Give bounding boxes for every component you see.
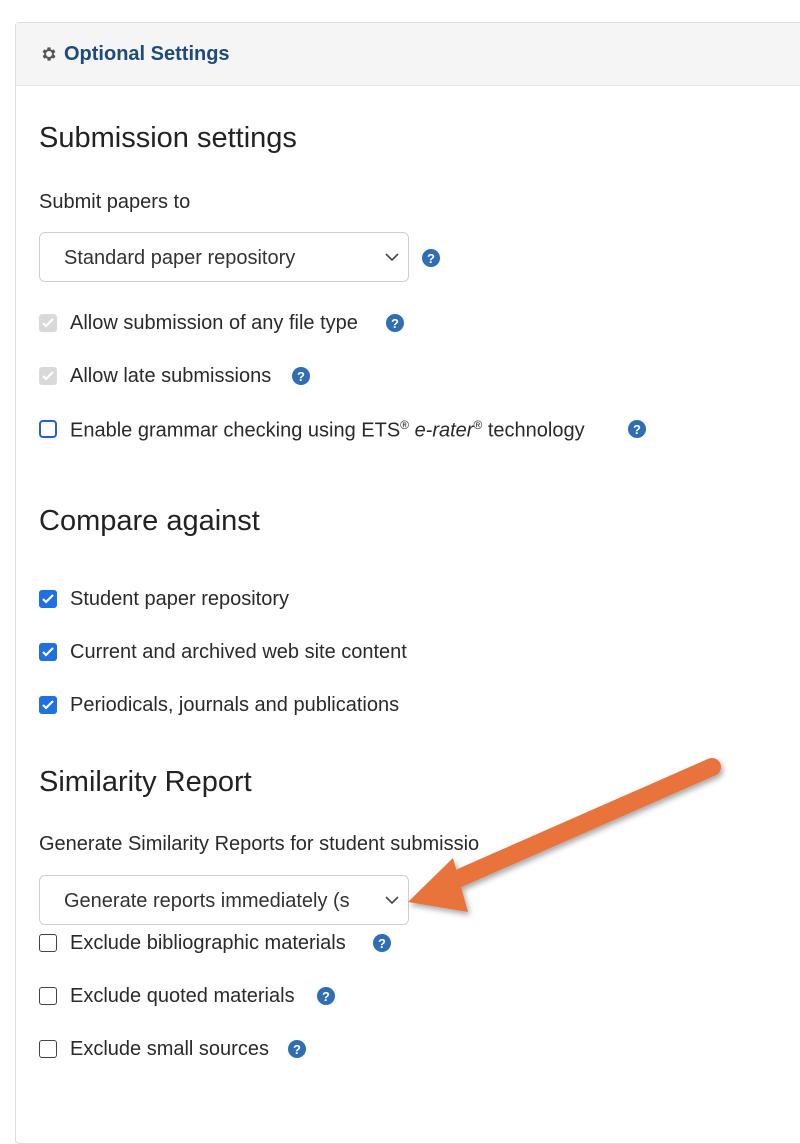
grammar-checking-checkbox[interactable] [39, 420, 57, 438]
web-content-checkbox[interactable] [39, 643, 57, 661]
chevron-down-icon [385, 253, 399, 262]
allow-late-submissions-label: Allow late submissions [70, 365, 272, 387]
exclude-bibliographic-checkbox[interactable] [39, 934, 57, 952]
question-circle-icon[interactable]: ? [385, 313, 405, 333]
chevron-down-icon [385, 896, 399, 905]
panel-header[interactable]: Optional Settings [16, 23, 800, 86]
web-content-label: Current and archived web site content [70, 641, 407, 663]
generate-reports-select[interactable]: Generate reports immediately (s [39, 875, 409, 925]
student-paper-repository-label: Student paper repository [70, 588, 290, 610]
question-circle-icon[interactable]: ? [627, 419, 647, 439]
generate-reports-label: Generate Similarity Reports for student … [39, 833, 480, 855]
gear-icon [42, 47, 56, 61]
checkmark-icon [42, 700, 54, 710]
generate-reports-value: Generate reports immediately (s [64, 890, 350, 912]
svg-text:?: ? [297, 369, 305, 384]
periodicals-label: Periodicals, journals and publications [70, 694, 400, 716]
submit-papers-label: Submit papers to [39, 191, 191, 213]
submit-papers-select[interactable]: Standard paper repository [39, 232, 409, 282]
svg-text:?: ? [391, 316, 399, 331]
checkmark-icon [42, 318, 54, 328]
checkmark-icon [42, 647, 54, 657]
question-circle-icon[interactable]: ? [316, 986, 336, 1006]
question-circle-icon[interactable]: ? [287, 1039, 307, 1059]
exclude-bibliographic-label: Exclude bibliographic materials [70, 932, 346, 954]
svg-text:?: ? [378, 936, 386, 951]
grammar-checking-label: Enable grammar checking using ETS® e-rat… [70, 418, 585, 442]
svg-text:?: ? [293, 1042, 301, 1057]
allow-any-file-type-checkbox[interactable] [39, 314, 57, 332]
exclude-quoted-label: Exclude quoted materials [70, 985, 295, 1007]
submission-settings-heading: Submission settings [39, 122, 297, 154]
question-circle-icon[interactable]: ? [421, 248, 441, 268]
allow-late-submissions-checkbox[interactable] [39, 367, 57, 385]
similarity-report-heading: Similarity Report [39, 766, 252, 798]
exclude-small-sources-checkbox[interactable] [39, 1040, 57, 1058]
checkmark-icon [42, 371, 54, 381]
checkmark-icon [42, 594, 54, 604]
allow-any-file-type-label: Allow submission of any file type [70, 312, 358, 334]
panel-title[interactable]: Optional Settings [64, 43, 230, 66]
svg-text:?: ? [322, 989, 330, 1004]
compare-against-heading: Compare against [39, 505, 260, 537]
student-paper-repository-checkbox[interactable] [39, 590, 57, 608]
exclude-quoted-checkbox[interactable] [39, 987, 57, 1005]
svg-text:?: ? [633, 422, 641, 437]
periodicals-checkbox[interactable] [39, 696, 57, 714]
submit-papers-value: Standard paper repository [64, 247, 296, 269]
exclude-small-sources-label: Exclude small sources [70, 1038, 269, 1060]
question-circle-icon[interactable]: ? [372, 933, 392, 953]
question-circle-icon[interactable]: ? [291, 366, 311, 386]
svg-text:?: ? [427, 251, 435, 266]
